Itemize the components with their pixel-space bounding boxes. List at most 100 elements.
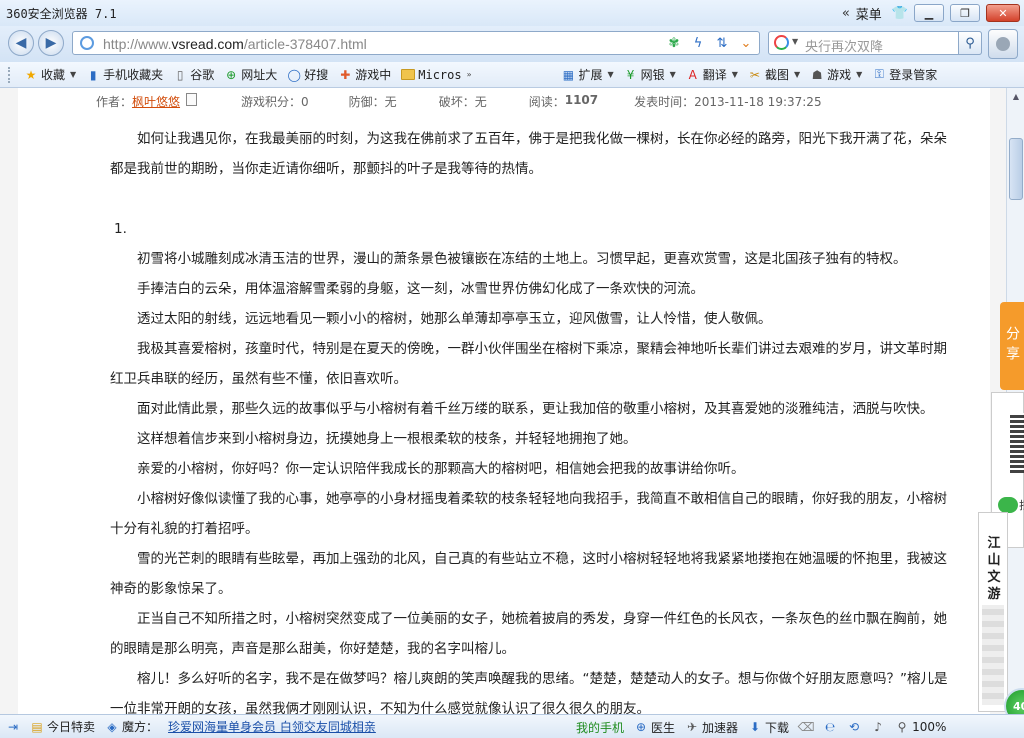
search-engine-icon[interactable]	[774, 35, 789, 50]
article-intro: 如何让我遇见你，在我最美丽的时刻，为这我在佛前求了五百年，佛于是把我化做一棵树，…	[110, 131, 947, 177]
translate-icon: A	[688, 67, 697, 82]
toolbar-screenshot[interactable]: ✂ 截图 ▼	[748, 66, 800, 83]
paragraph: 雪的光芒刺的眼睛有些眩晕，再加上强劲的北风，自己真的有些站立不稳，这时小榕树轻轻…	[110, 551, 947, 597]
damage: 破坏：无	[438, 95, 487, 109]
forward-button[interactable]: ▶	[38, 30, 64, 56]
menu-button[interactable]: 菜单	[856, 4, 882, 23]
status-today-deals[interactable]: ▤ 今日特卖	[30, 718, 95, 735]
paragraph: 手捧洁白的云朵，用体温溶解雪柔弱的身躯，这一刻，冰雪世界仿佛幻化成了一条欢快的河…	[137, 281, 704, 297]
page-icon: ▯	[176, 67, 184, 82]
url-input[interactable]: http://www.vsread.com/article-378407.htm…	[72, 31, 760, 55]
status-tools: 我的手机 ⊕ 医生 ✈ 加速器 ⬇ 下载 ⌫ ℮ ⟲ ♪ ⚲ 100%	[576, 715, 956, 738]
status-magic: ◈ 魔方：	[105, 718, 158, 735]
game-score: 游戏积分：0	[241, 95, 309, 109]
address-toolbar: ◀ ▶ http://www.vsread.com/article-378407…	[0, 26, 1024, 62]
chevron-down-icon[interactable]: ⌄	[737, 34, 755, 52]
double-chevron-right-icon: »	[466, 70, 472, 79]
url-tools: ✾ ϟ ⇅ ⌄	[665, 34, 755, 52]
star-icon: ★	[25, 67, 37, 82]
search-placeholder: 央行再次双降	[805, 40, 884, 55]
defense: 防御：无	[348, 95, 397, 109]
scroll-up-arrow-icon[interactable]: ▲	[1008, 88, 1024, 104]
folder-icon	[401, 69, 416, 80]
expand-icon: ⇥	[7, 719, 19, 734]
back-button[interactable]: ◀	[8, 30, 34, 56]
bookmark-haosou[interactable]: ◯ 好搜	[287, 66, 329, 83]
switch-arrows-icon[interactable]: ⇅	[713, 34, 731, 52]
wechat-icon	[998, 497, 1018, 513]
arrow-left-icon: ◀	[15, 35, 27, 51]
gamepad-icon: ✚	[340, 67, 351, 82]
shirt-icon[interactable]: 👕	[892, 6, 908, 21]
caret-down-icon: ▼	[669, 70, 676, 79]
refresh-icon[interactable]: ✾	[665, 34, 683, 52]
status-download[interactable]: ⬇ 下载	[748, 719, 789, 736]
toolbar-online-banking[interactable]: ¥ 网银 ▼	[624, 66, 676, 83]
share-tab[interactable]: 分享	[1000, 302, 1024, 390]
status-expand[interactable]: ⇥	[6, 720, 20, 734]
maximize-button[interactable]: ❐	[950, 4, 980, 22]
author-link[interactable]: 枫叶悠悠	[132, 93, 180, 110]
toolbar-login-manager[interactable]: ⚿ 登录管家	[872, 66, 938, 83]
doctor-icon: ⊕	[635, 720, 647, 734]
paragraph: 透过太阳的射线，远远地看见一颗小小的榕树，她那么单薄却亭亭玉立，迎风傲雪，让人怜…	[137, 311, 772, 327]
bookmark-favorites[interactable]: ★ 收藏 ▼	[24, 66, 77, 83]
double-chevron-left-icon[interactable]: «	[842, 6, 850, 21]
toolbar-extensions[interactable]: ▦ 扩展 ▼	[561, 66, 614, 83]
speaker-icon: ♪	[874, 720, 882, 734]
title-controls: « 菜单 👕 ▁ ❐ ✕	[842, 0, 1024, 26]
qr-code-icon	[1010, 413, 1024, 473]
status-cleanup[interactable]: ⌫	[797, 720, 815, 734]
bookmark-mobile-favorites[interactable]: ▮ 手机收藏夹	[86, 66, 163, 83]
title-bar: 360安全浏览器 7.1 « 菜单 👕 ▁ ❐ ✕	[0, 0, 1024, 26]
url-text: http://www.vsread.com/article-378407.htm…	[103, 36, 367, 52]
status-doctor[interactable]: ⊕ 医生	[634, 719, 675, 736]
grid-icon: ▦	[562, 67, 575, 82]
scrollbar-thumb[interactable]	[1009, 138, 1023, 200]
magnifier-icon: ⚲	[965, 35, 975, 51]
paragraph: 小榕树好像似读懂了我的心事，她亭亭的小身材摇曳着柔软的枝条轻轻地向我招手，我简直…	[110, 491, 947, 537]
caret-down-icon: ▼	[70, 70, 77, 79]
status-sync[interactable]: ⟲	[847, 720, 861, 734]
yen-icon: ¥	[626, 67, 635, 82]
minimize-button[interactable]: ▁	[914, 4, 944, 22]
ad-title: 江山文游	[987, 536, 1001, 602]
article: 作者： 枫叶悠悠 游戏积分：0 防御：无 破坏：无 阅读： 1107 发表时间：…	[18, 88, 990, 714]
caret-down-icon: ▼	[856, 70, 863, 79]
user-avatar-button[interactable]	[988, 29, 1018, 59]
broom-icon: ⌫	[797, 720, 815, 734]
zoom-icon: ⚲	[897, 720, 907, 734]
paragraph: 这样想着信步来到小榕树身边，抚摸她身上一根根柔软的枝条，并轻轻地拥抱了她。	[137, 431, 637, 447]
search-input[interactable]: ▼ 央行再次双降 ⚲	[768, 31, 982, 55]
status-my-phone[interactable]: 我的手机	[576, 719, 624, 736]
status-ie-mode[interactable]: ℮	[823, 720, 837, 734]
caret-down-icon[interactable]: ▼	[792, 37, 798, 46]
document-icon[interactable]	[186, 93, 198, 106]
bookmark-microsoft-folder[interactable]: Micros»	[401, 68, 471, 82]
toolbar-handle[interactable]	[8, 66, 12, 83]
toolbar-translate[interactable]: A 翻译 ▼	[686, 66, 738, 83]
search-button[interactable]: ⚲	[958, 31, 982, 55]
caret-down-icon: ▼	[607, 70, 614, 79]
bookmark-google[interactable]: ▯ 谷歌	[173, 66, 214, 83]
rocket-icon: ✈	[687, 720, 698, 734]
globe-icon	[80, 36, 94, 50]
side-ad-panel[interactable]: 江山文游	[978, 512, 1008, 712]
toolbar-games[interactable]: ☗ 游戏 ▼	[810, 66, 863, 83]
status-accelerator[interactable]: ✈ 加速器	[685, 719, 738, 736]
ie-icon: ℮	[824, 720, 836, 734]
sync-icon: ⟲	[849, 720, 860, 734]
bookmark-games-center[interactable]: ✚ 游戏中	[338, 66, 391, 83]
status-ad-link[interactable]: 珍爱网海量单身会员 白领交友同城相亲	[168, 718, 376, 735]
close-button[interactable]: ✕	[986, 4, 1020, 22]
article-meta: 作者： 枫叶悠悠 游戏积分：0 防御：无 破坏：无 阅读： 1107 发表时间：…	[96, 93, 822, 110]
bookmark-url-directory[interactable]: ⊕ 网址大	[224, 66, 277, 83]
page-content: 作者： 枫叶悠悠 游戏积分：0 防御：无 破坏：无 阅读： 1107 发表时间：…	[0, 88, 1006, 714]
status-zoom[interactable]: ⚲ 100%	[895, 720, 947, 734]
window-title: 360安全浏览器 7.1	[6, 7, 117, 21]
status-mute[interactable]: ♪	[871, 720, 885, 734]
phone-icon: ▮	[89, 67, 97, 82]
lightning-icon[interactable]: ϟ	[689, 34, 707, 52]
user-icon	[996, 37, 1010, 51]
paragraph: 正当自己不知所措之时，小榕树突然变成了一位美丽的女子，她梳着披肩的秀发，身穿一件…	[110, 611, 947, 657]
